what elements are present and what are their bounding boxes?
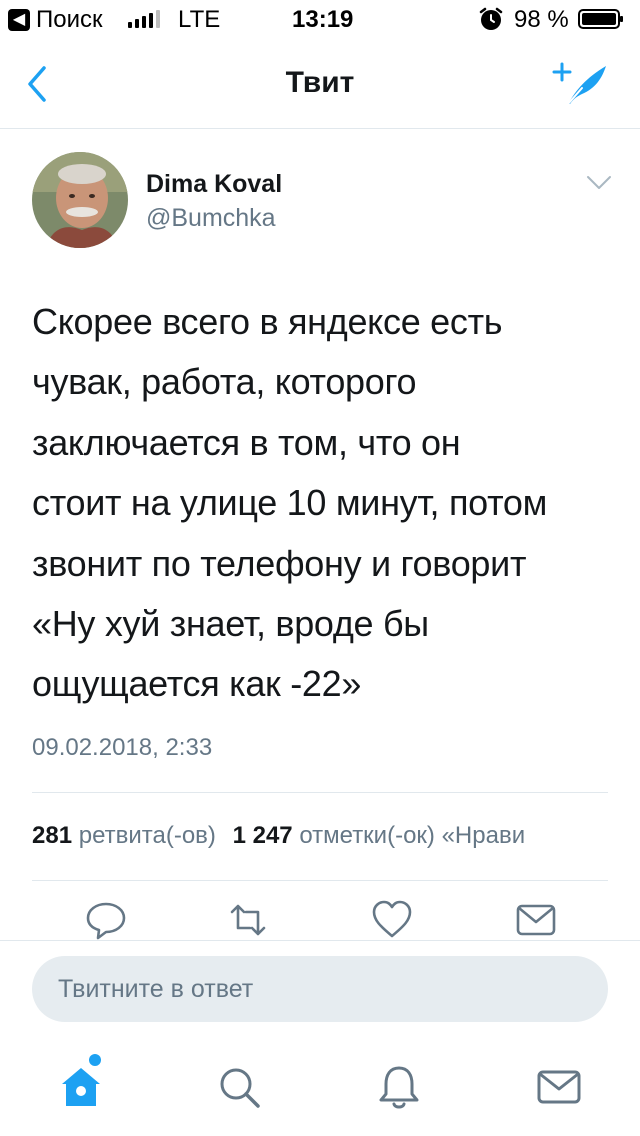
- author-name[interactable]: Dima Koval: [146, 170, 282, 199]
- author-handle[interactable]: @Bumchka: [146, 204, 276, 233]
- avatar-image: [32, 152, 128, 248]
- status-time: 13:19: [292, 6, 354, 33]
- envelope-icon[interactable]: [514, 898, 558, 942]
- status-back-to-app[interactable]: ◀ Поиск: [8, 6, 103, 34]
- likes-count[interactable]: 1 247: [233, 822, 293, 849]
- divider: [32, 792, 608, 793]
- compose-tweet-icon[interactable]: [552, 60, 612, 110]
- retweets-label[interactable]: ретвита(-ов): [79, 822, 216, 849]
- tweet-actions: [0, 898, 640, 942]
- reply-icon[interactable]: [84, 898, 128, 942]
- tweet-stats: 281 ретвита(-ов) 1 247 отметки(-ок) «Нра…: [32, 822, 525, 850]
- retweet-icon[interactable]: [226, 898, 270, 942]
- reply-placeholder: Твитните в ответ: [58, 975, 254, 1003]
- battery-percent: 98 %: [514, 6, 569, 33]
- page-title: Твит: [285, 66, 355, 99]
- envelope-icon[interactable]: [534, 1062, 584, 1112]
- battery-icon: [578, 9, 623, 29]
- alarm-icon: [479, 7, 503, 30]
- heart-icon[interactable]: [370, 898, 414, 942]
- reply-input[interactable]: Твитните в ответ: [32, 956, 608, 1022]
- tweet-timestamp: 09.02.2018, 2:33: [32, 734, 213, 761]
- navigation-bar: Твит: [0, 40, 640, 129]
- search-icon[interactable]: [214, 1062, 264, 1112]
- status-back-label: Поиск: [36, 6, 103, 33]
- signal-strength-icon: [128, 10, 160, 28]
- likes-label[interactable]: отметки(-ок) «Нрави: [299, 822, 525, 849]
- divider: [0, 940, 640, 941]
- network-type: LTE: [178, 6, 221, 33]
- tweet-text: Скорее всего в яндексе есть чувак, работ…: [32, 301, 548, 705]
- home-icon[interactable]: [56, 1062, 106, 1112]
- bell-icon[interactable]: [374, 1062, 424, 1112]
- status-bar: ◀ Поиск LTE 13:19 98 %: [0, 0, 640, 40]
- avatar[interactable]: [32, 152, 128, 248]
- chevron-down-icon[interactable]: [586, 175, 612, 191]
- retweets-count[interactable]: 281: [32, 822, 72, 849]
- back-arrow-icon: ◀: [8, 9, 30, 31]
- divider: [32, 880, 608, 881]
- unread-indicator: [89, 1054, 101, 1066]
